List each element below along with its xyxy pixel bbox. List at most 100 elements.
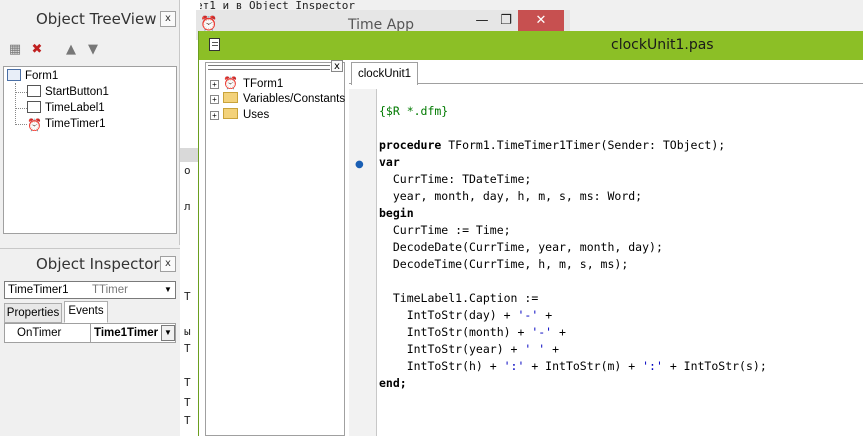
code-token: + IntToStr(m) + bbox=[524, 359, 643, 373]
code-line[interactable]: {$R *.dfm} bbox=[379, 103, 863, 120]
component-icon[interactable]: ▦ bbox=[6, 41, 24, 59]
treeview-close-button[interactable]: x bbox=[160, 11, 176, 27]
code-line[interactable]: year, month, day, h, m, s, ms: Word; bbox=[379, 188, 863, 205]
inspector-tabs: Properties Events bbox=[4, 301, 176, 323]
object-selector-dropdown[interactable]: TimeTimer1 TTimer ▼ bbox=[4, 281, 176, 299]
tab-clockunit1[interactable]: clockUnit1 bbox=[351, 62, 419, 85]
code-line[interactable]: end; bbox=[379, 375, 863, 392]
code-token: + bbox=[552, 325, 566, 339]
tree-node-timelabel1[interactable]: TimeLabel1 bbox=[27, 100, 105, 116]
explorer-close-button[interactable]: x bbox=[331, 60, 343, 72]
treeview-title-bar: Object TreeView x bbox=[0, 0, 180, 36]
up-arrow-icon[interactable]: ▲ bbox=[62, 41, 80, 59]
background-line: ы bbox=[184, 325, 191, 338]
inspector-close-button[interactable]: x bbox=[160, 256, 176, 272]
code-line[interactable] bbox=[379, 120, 863, 137]
code-line[interactable]: IntToStr(year) + ' ' + bbox=[379, 341, 863, 358]
tree-connector bbox=[15, 108, 27, 109]
chevron-down-icon[interactable]: ▼ bbox=[161, 282, 175, 298]
explorer-item-label: Variables/Constants bbox=[243, 93, 346, 105]
background-highlight bbox=[180, 148, 200, 162]
code-token: TForm1.TimeTimer1Timer(Sender: TObject); bbox=[441, 138, 726, 152]
code-token: ':' bbox=[642, 359, 663, 373]
code-token: '-' bbox=[517, 308, 539, 322]
background-line: T bbox=[184, 342, 191, 355]
explorer-item-uses[interactable]: + Uses bbox=[210, 107, 269, 123]
close-button[interactable]: ✕ bbox=[518, 10, 564, 32]
tree-node-startbutton1[interactable]: StartButton1 bbox=[27, 84, 109, 100]
code-token: DecodeTime(CurrTime, h, m, s, ms); bbox=[379, 257, 629, 271]
tree-node-timetimer1[interactable]: ⏰ TimeTimer1 bbox=[27, 116, 105, 132]
expand-icon[interactable]: + bbox=[210, 111, 219, 120]
breakpoint-dot-icon: ● bbox=[355, 159, 364, 170]
code-token: procedure bbox=[379, 138, 442, 152]
code-token: IntToStr(day) + bbox=[379, 308, 518, 322]
code-token: + IntToStr(s); bbox=[662, 359, 767, 373]
background-line: T bbox=[184, 414, 191, 427]
code-editor-window: clockUnit1.pas x + ⏰ TForm1 + Variables/Con… bbox=[198, 31, 863, 436]
background-line: Т bbox=[184, 290, 191, 303]
tree-node-form1[interactable]: Form1 bbox=[7, 68, 58, 84]
expand-icon[interactable]: + bbox=[210, 80, 219, 89]
code-line[interactable]: CurrTime: TDateTime; bbox=[379, 171, 863, 188]
code-token: IntToStr(h) + bbox=[379, 359, 504, 373]
tab-properties[interactable]: Properties bbox=[4, 303, 62, 323]
code-line[interactable]: DecodeDate(CurrTime, year, month, day); bbox=[379, 239, 863, 256]
component-tree[interactable]: Form1 StartButton1 TimeLabel1 ⏰ TimeTimer… bbox=[3, 66, 177, 234]
editor-title: clockUnit1.pas bbox=[611, 37, 714, 53]
background-document: о л Т ы T T T T bbox=[180, 0, 200, 436]
background-line: T bbox=[184, 376, 191, 389]
code-token: '-' bbox=[531, 325, 553, 339]
folder-icon bbox=[223, 108, 238, 119]
code-token: begin bbox=[379, 206, 414, 220]
code-token: {$R *.dfm} bbox=[379, 104, 449, 118]
code-line[interactable] bbox=[379, 273, 863, 290]
code-line[interactable]: procedure TForm1.TimeTimer1Timer(Sender:… bbox=[379, 137, 863, 154]
tab-events[interactable]: Events bbox=[64, 301, 108, 323]
treeview-toolbar: ▦ ✖ ▲ ▼ bbox=[4, 40, 176, 60]
editor-gutter[interactable]: ● bbox=[349, 89, 377, 436]
expand-icon[interactable]: + bbox=[210, 95, 219, 104]
code-line[interactable]: var bbox=[379, 154, 863, 171]
event-value[interactable]: Time1Timer bbox=[92, 324, 162, 342]
inspector-title: Object Inspector bbox=[36, 255, 160, 273]
code-token: TimeLabel1.Caption := bbox=[379, 291, 539, 305]
explorer-item-tform1[interactable]: + ⏰ TForm1 bbox=[210, 75, 283, 91]
selected-object-name: TimeTimer1 bbox=[8, 284, 69, 296]
object-inspector-panel: Object Inspector x TimeTimer1 TTimer ▼ P… bbox=[0, 248, 180, 436]
code-token: ' ' bbox=[524, 342, 546, 356]
tree-node-label: StartButton1 bbox=[45, 86, 109, 98]
code-token: CurrTime := Time; bbox=[379, 223, 511, 237]
form-icon: ⏰ bbox=[223, 76, 238, 90]
code-line[interactable]: CurrTime := Time; bbox=[379, 222, 863, 239]
event-name: OnTimer bbox=[5, 324, 91, 342]
tree-node-label: TimeTimer1 bbox=[45, 118, 106, 130]
code-explorer: x + ⏰ TForm1 + Variables/Constants + Uses bbox=[205, 60, 345, 436]
grip-icon[interactable] bbox=[208, 65, 330, 70]
code-token: + bbox=[545, 342, 560, 356]
code-line[interactable]: DecodeTime(CurrTime, h, m, s, ms); bbox=[379, 256, 863, 273]
code-token: DecodeDate(CurrTime, year, month, day); bbox=[379, 240, 663, 254]
chevron-down-icon[interactable]: ▼ bbox=[161, 325, 175, 341]
code-line[interactable]: TimeLabel1.Caption := bbox=[379, 290, 863, 307]
code-line[interactable]: IntToStr(month) + '-' + bbox=[379, 324, 863, 341]
tree-connector bbox=[15, 92, 27, 93]
treeview-title: Object TreeView bbox=[36, 10, 157, 28]
inspector-title-bar: Object Inspector x bbox=[0, 249, 180, 279]
code-token: IntToStr(month) + bbox=[379, 325, 532, 339]
explorer-item-variables[interactable]: + Variables/Constants bbox=[210, 91, 345, 107]
delete-icon[interactable]: ✖ bbox=[28, 41, 46, 59]
tree-connector bbox=[15, 124, 27, 125]
code-area[interactable]: {$R *.dfm} procedure TForm1.TimeTimer1Tim… bbox=[379, 103, 863, 436]
code-line[interactable]: IntToStr(h) + ':' + IntToStr(m) + ':' + … bbox=[379, 358, 863, 375]
app-icon: ⏰ bbox=[200, 16, 218, 32]
background-line: о bbox=[184, 164, 191, 177]
code-line[interactable]: begin bbox=[379, 205, 863, 222]
tree-connector bbox=[15, 83, 16, 125]
down-arrow-icon[interactable]: ▼ bbox=[84, 41, 102, 59]
explorer-header: x bbox=[206, 60, 344, 73]
code-token: var bbox=[379, 155, 400, 169]
object-treeview-panel: Object TreeView x ▦ ✖ ▲ ▼ Form1 StartBut… bbox=[0, 0, 180, 245]
document-icon bbox=[209, 38, 220, 51]
code-line[interactable]: IntToStr(day) + '-' + bbox=[379, 307, 863, 324]
